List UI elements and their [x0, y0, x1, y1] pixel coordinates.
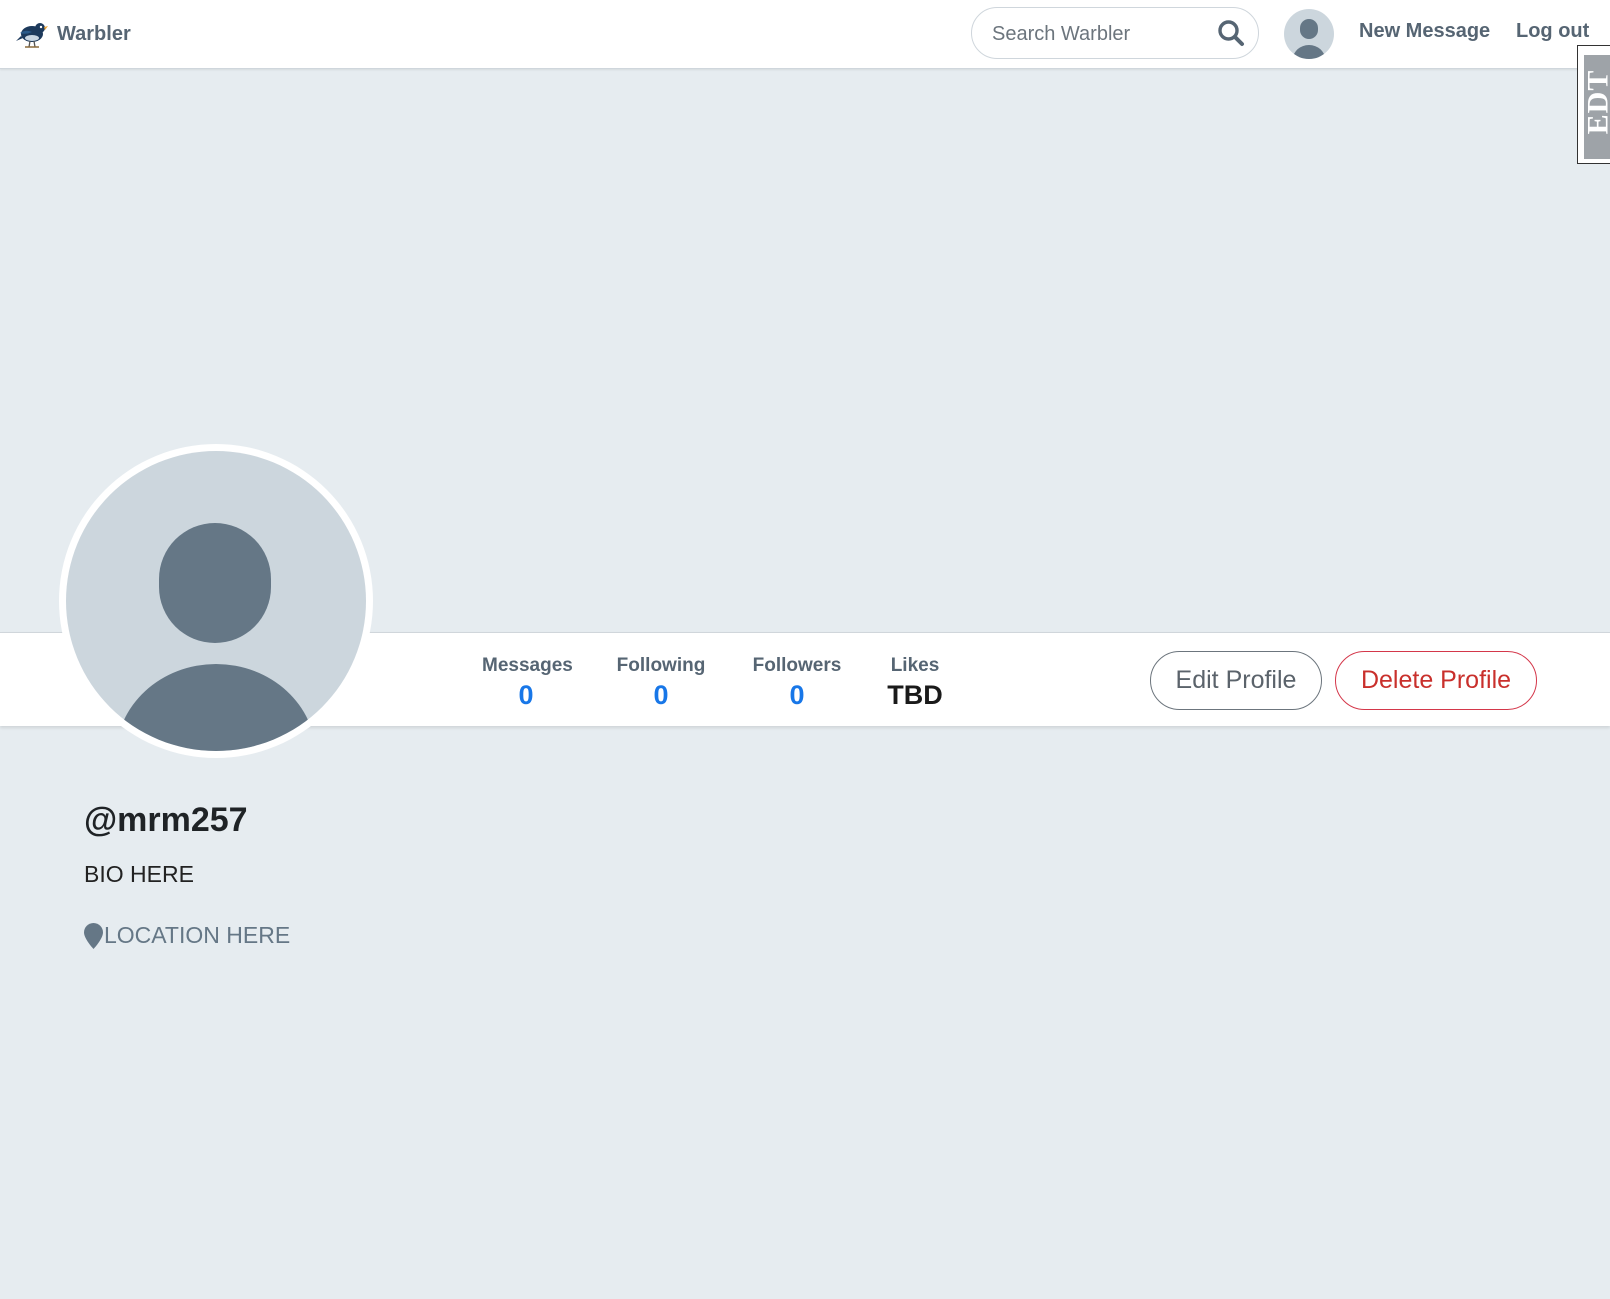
search-input[interactable] — [990, 18, 1210, 50]
logout-link[interactable]: Log out — [1516, 20, 1589, 43]
top-navbar: Warbler New Message Log out — [0, 0, 1610, 69]
brand-name: Warbler — [57, 22, 131, 45]
profile-location: LOCATION HERE — [84, 922, 290, 949]
stat-label: Following — [616, 655, 706, 676]
stat-likes: Likes TBD — [886, 655, 944, 711]
likes-count: TBD — [887, 680, 943, 710]
new-message-link[interactable]: New Message — [1359, 20, 1490, 43]
side-tab-label: EDT — [1584, 69, 1610, 135]
followers-count-link[interactable]: 0 — [752, 680, 842, 711]
edit-profile-button[interactable]: Edit Profile — [1150, 651, 1322, 710]
delete-profile-button[interactable]: Delete Profile — [1335, 651, 1537, 710]
profile-username: @mrm257 — [84, 801, 248, 839]
side-edge-tab[interactable]: EDT — [1577, 45, 1610, 164]
user-avatar-link[interactable] — [1284, 9, 1334, 59]
map-marker-icon — [84, 922, 104, 949]
default-user-avatar-icon — [1284, 9, 1334, 59]
stat-label: Followers — [752, 655, 842, 676]
search-form — [971, 7, 1259, 59]
search-button[interactable] — [1216, 19, 1246, 49]
stat-label: Likes — [890, 655, 940, 676]
stat-followers: Followers 0 — [752, 655, 842, 711]
default-user-avatar-icon — [66, 451, 366, 751]
warbler-bird-icon — [16, 19, 48, 49]
stat-label: Messages — [482, 655, 573, 676]
stat-following: Following 0 — [616, 655, 706, 711]
following-count-link[interactable]: 0 — [616, 680, 706, 711]
profile-avatar — [59, 444, 373, 758]
messages-count-link[interactable]: 0 — [482, 680, 570, 711]
brand-home-link[interactable]: Warbler — [16, 16, 131, 52]
search-icon — [1217, 20, 1245, 50]
location-text: LOCATION HERE — [104, 922, 291, 948]
profile-bio: BIO HERE — [84, 861, 194, 887]
stat-messages: Messages 0 — [482, 655, 573, 711]
